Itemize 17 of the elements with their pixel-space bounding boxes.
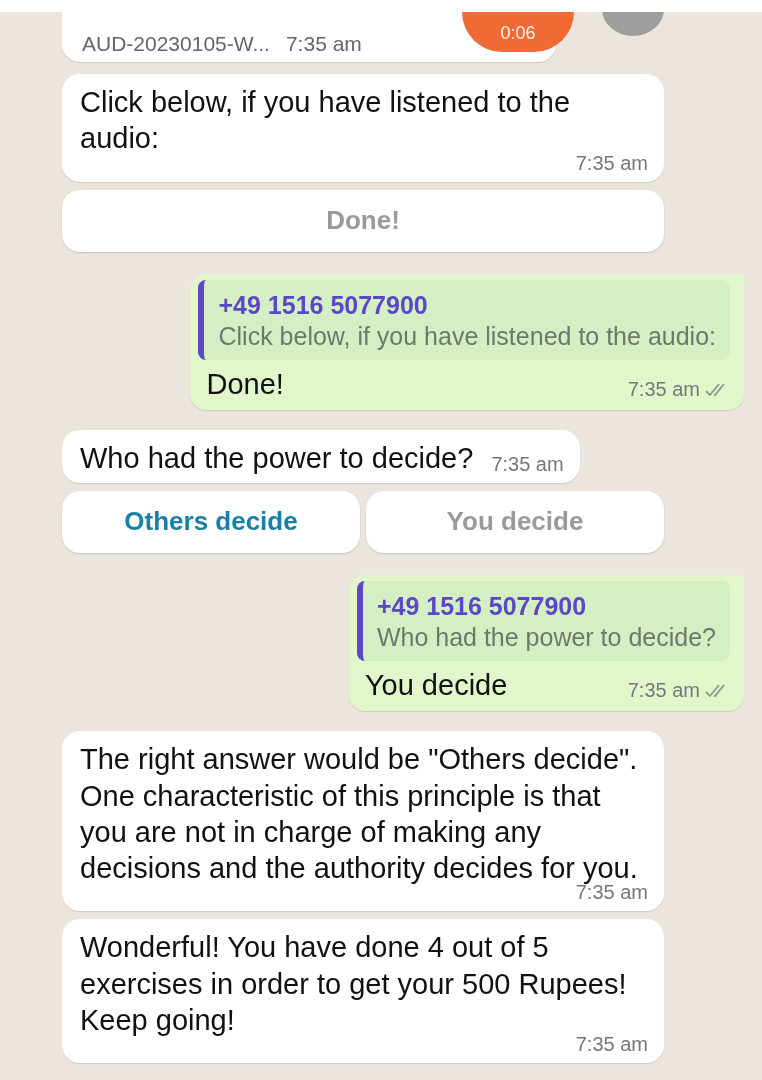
message-text: Done! bbox=[206, 367, 284, 402]
file-name: AUD-20230105-W... bbox=[82, 32, 270, 55]
message-text: Click below, if you have listened to the audio: bbox=[80, 85, 572, 157]
quote-author: +49 1516 5077900 bbox=[376, 590, 588, 622]
quote-author: +49 1516 5077900 bbox=[218, 289, 429, 321]
message-time: 7:35 am bbox=[627, 377, 700, 403]
message-time: 7:35 am bbox=[491, 451, 564, 477]
message-time: 7:35 am bbox=[285, 32, 362, 55]
reply-button[interactable]: Others decide bbox=[62, 490, 360, 553]
message-time: 7:35 am bbox=[575, 150, 648, 176]
message-text: The right answer would be "Others decide". One characteristic of this principle is that you are not in charge of making any decisions and the authority decides for you. bbox=[80, 742, 639, 886]
message-text: Who had the power to decide? bbox=[80, 441, 474, 477]
message-time: 7:35 am bbox=[627, 678, 700, 704]
message-text: You decide bbox=[364, 668, 508, 703]
duration-badge: 0:06 bbox=[462, 12, 574, 52]
quote-text: Click below, if you have listened to the audio: bbox=[218, 320, 716, 352]
quote-text: Who had the power to decide? bbox=[376, 621, 716, 653]
